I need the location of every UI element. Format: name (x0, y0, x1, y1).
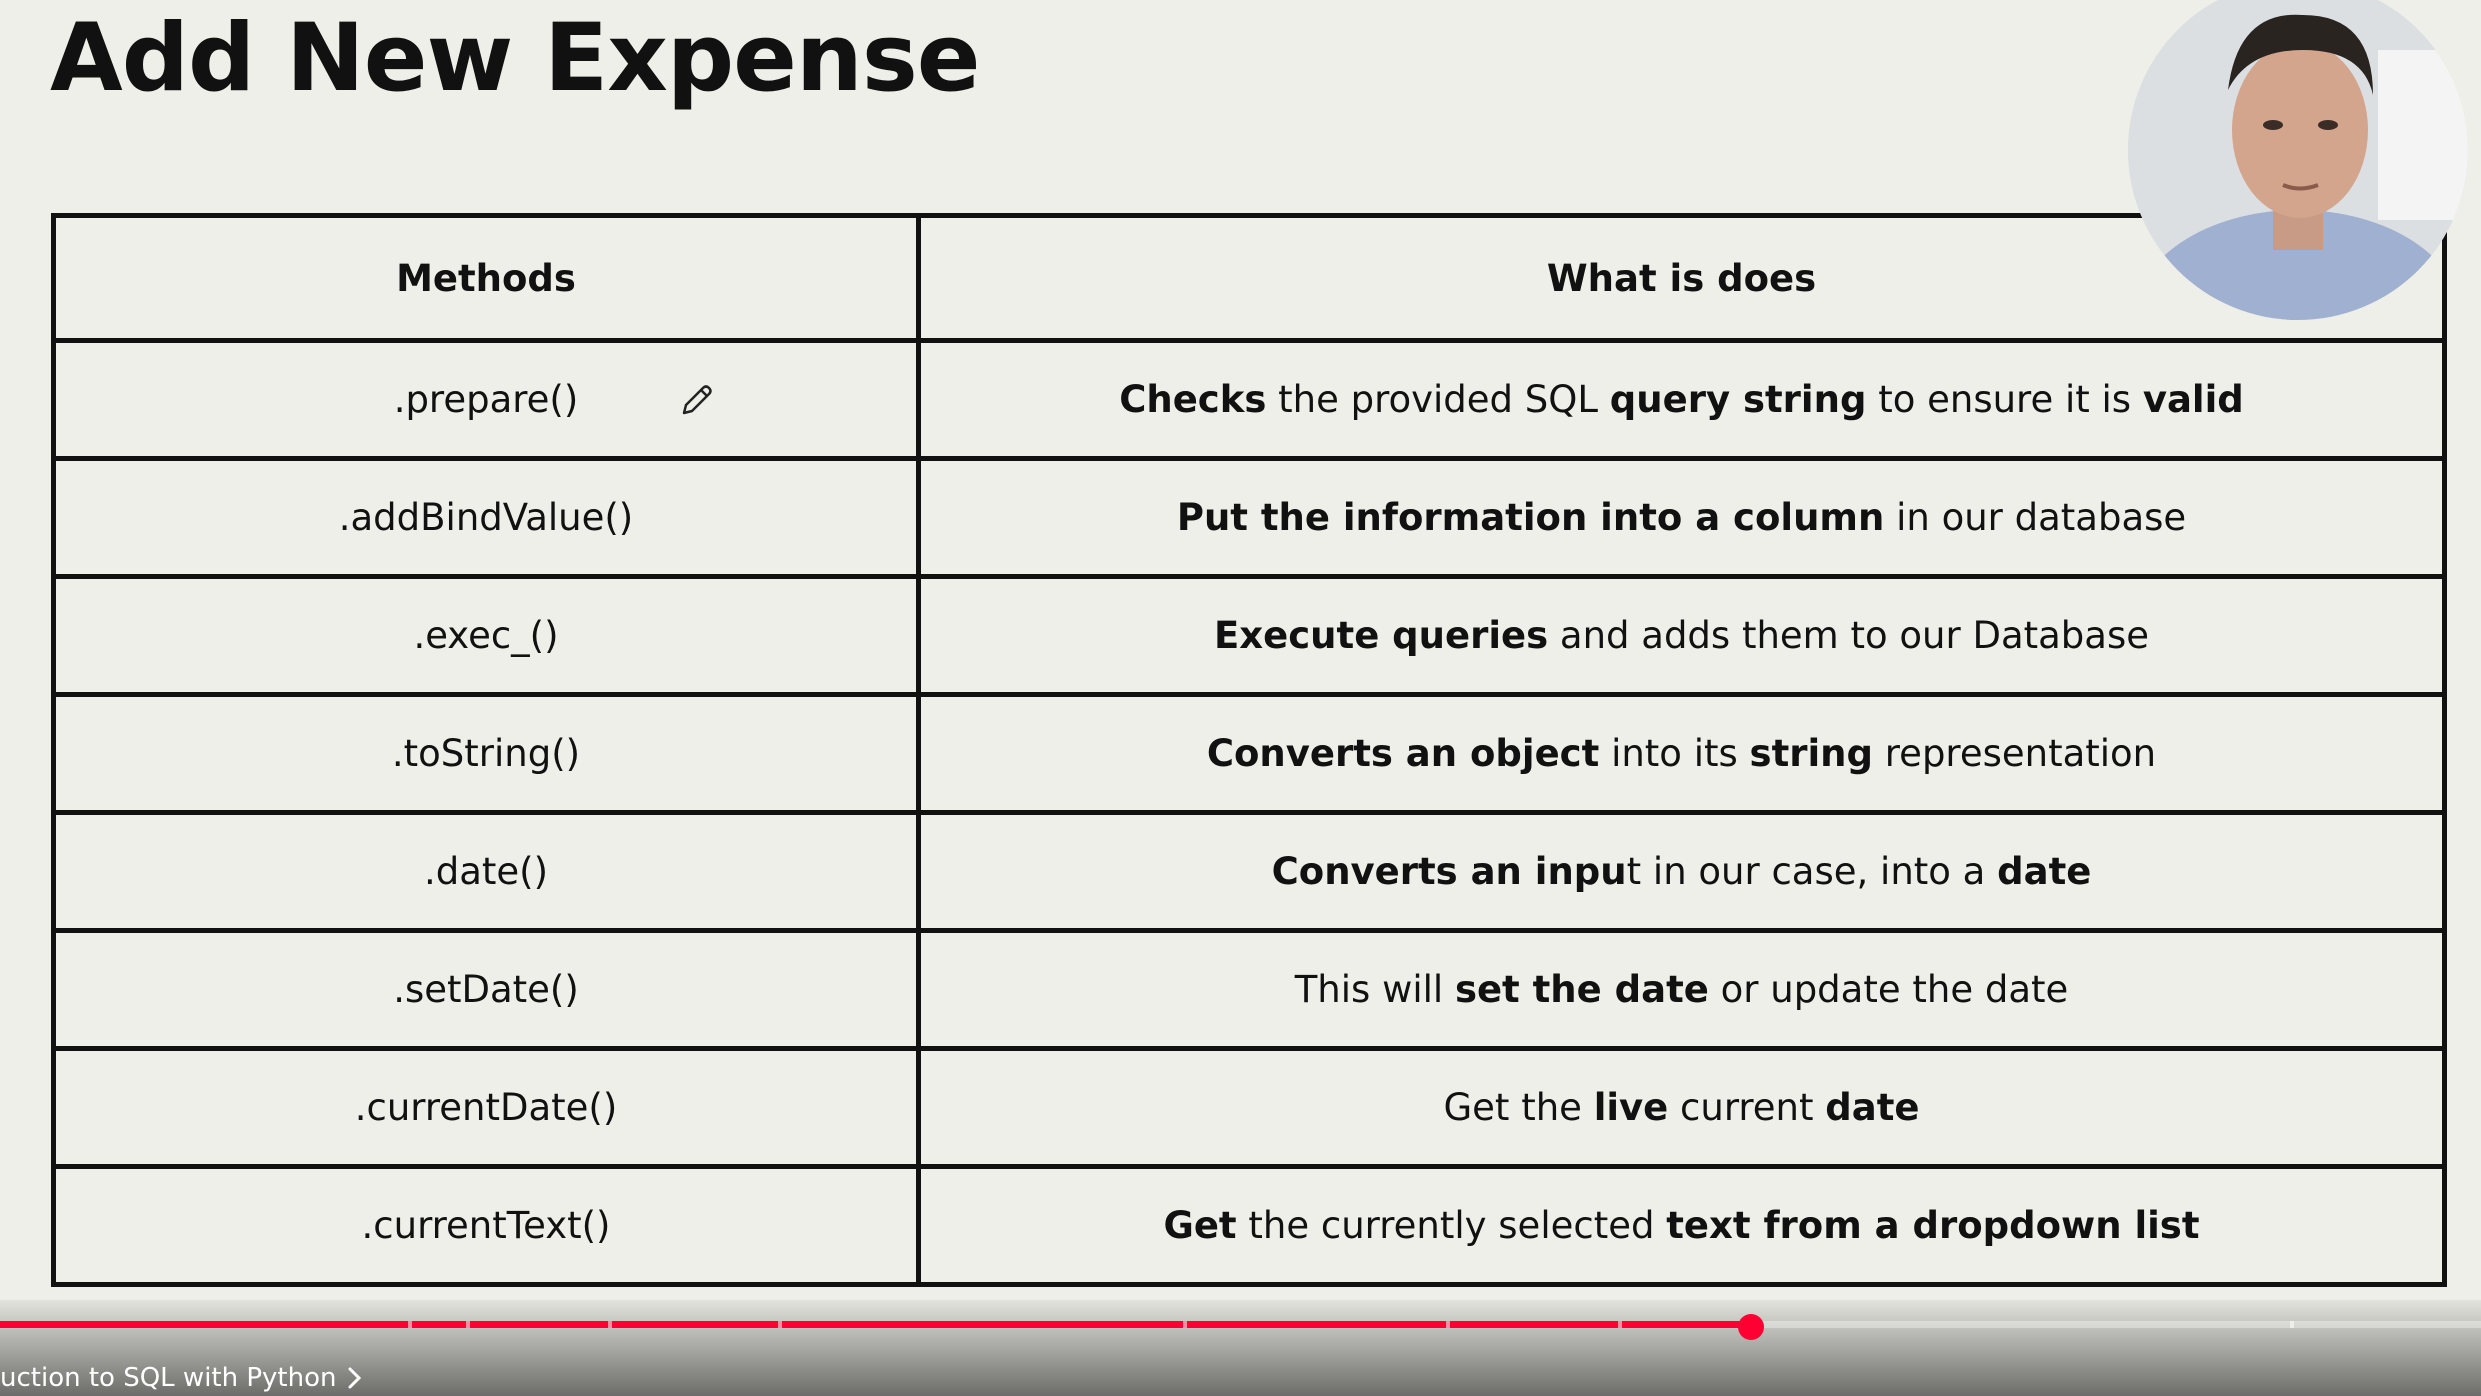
description-bold-text: Converts an inpu (1271, 850, 1627, 893)
description-cell: Checks the provided SQL query string to … (916, 338, 2447, 461)
chevron-right-icon (348, 1367, 362, 1389)
description-text: or update the date (1708, 968, 2069, 1011)
player-controls-shade (0, 1300, 2481, 1396)
chapter-title-button[interactable]: uction to SQL with Python (0, 1360, 364, 1396)
chapter-marker (1618, 1321, 1622, 1328)
description-bold-text: live (1593, 1086, 1669, 1129)
table-row: .exec_() Execute queries and adds them to… (51, 574, 2447, 697)
description-text: This will (1294, 968, 1455, 1011)
method-cell: .exec_() (51, 574, 921, 697)
table-row: .toString() Converts an object into its s… (51, 692, 2447, 815)
description-bold-text: date (1997, 850, 2092, 893)
table-row: .currentText() Get the currently selected… (51, 1164, 2447, 1287)
table-row: .setDate() This will set the date or upda… (51, 928, 2447, 1051)
description-text: representation (1873, 732, 2157, 775)
table-row: .addBindValue() Put the information into … (51, 456, 2447, 579)
header-methods: Methods (51, 213, 921, 343)
progress-bar[interactable] (0, 1321, 2481, 1328)
description-text: current (1668, 1086, 1826, 1129)
description-cell: Converts an input in our case, into a da… (916, 810, 2447, 933)
method-cell: .currentText() (51, 1164, 921, 1287)
method-name: .date() (423, 850, 549, 893)
description-cell: Get the currently selected text from a d… (916, 1164, 2447, 1287)
progress-fill (0, 1321, 1751, 1328)
chapter-marker (466, 1321, 470, 1328)
slide-title: Add New Expense (50, 4, 981, 113)
description-bold-text: valid (2142, 378, 2244, 421)
description-cell: This will set the date or update the dat… (916, 928, 2447, 1051)
chapter-title: uction to SQL with Python (0, 1363, 337, 1393)
method-cell: .date() (51, 810, 921, 933)
method-cell: .toString() (51, 692, 921, 815)
description-bold-text: text from a dropdown list (1666, 1204, 2200, 1247)
chapter-marker (1446, 1321, 1450, 1328)
description-text: the provided SQL (1266, 378, 1610, 421)
description-bold-text: Execute queries (1214, 614, 1549, 657)
method-name: .exec_() (413, 614, 559, 657)
description-cell: Put the information into a column in our… (916, 456, 2447, 579)
chapter-marker (778, 1321, 782, 1328)
method-name: .toString() (391, 732, 581, 775)
description-text: Get the (1443, 1086, 1594, 1129)
description-text: t in our case, into a (1626, 850, 1998, 893)
method-cell: .prepare() (51, 338, 921, 461)
method-name: .currentText() (361, 1204, 611, 1247)
chapter-marker (608, 1321, 612, 1328)
progress-scrubber[interactable] (1738, 1314, 1764, 1340)
description-bold-text: Converts an object (1206, 732, 1600, 775)
table-row: .prepare() Checks the provided SQL query … (51, 338, 2447, 461)
method-name: .setDate() (393, 968, 579, 1011)
description-cell: Get the live current date (916, 1046, 2447, 1169)
description-text: into its (1599, 732, 1750, 775)
methods-table: Methods What is does .prepare() Checks th… (51, 213, 2447, 1287)
chapter-marker (1183, 1321, 1187, 1328)
method-name: .currentDate() (354, 1086, 618, 1129)
chapter-marker (408, 1321, 412, 1328)
table-row: .date() Converts an input in our case, in… (51, 810, 2447, 933)
description-bold-text: Get (1163, 1204, 1237, 1247)
method-name: .addBindValue() (338, 496, 634, 539)
method-cell: .setDate() (51, 928, 921, 1051)
description-bold-text: set the date (1454, 968, 1709, 1011)
chapter-marker (2290, 1321, 2294, 1328)
description-bold-text: string (1749, 732, 1874, 775)
description-text: to ensure it is (1866, 378, 2143, 421)
description-text: in our database (1884, 496, 2187, 539)
method-cell: .addBindValue() (51, 456, 921, 579)
description-cell: Execute queries and adds them to our Dat… (916, 574, 2447, 697)
description-bold-text: Put the information into a column (1176, 496, 1885, 539)
description-bold-text: query string (1609, 378, 1867, 421)
description-text: and adds them to our Database (1548, 614, 2149, 657)
table-row: .currentDate() Get the live current date (51, 1046, 2447, 1169)
pencil-icon[interactable] (676, 381, 716, 421)
description-text: the currently selected (1236, 1204, 1667, 1247)
description-bold-text: Checks (1119, 378, 1267, 421)
table-header-row: Methods What is does (51, 213, 2447, 343)
method-name: .prepare() (393, 378, 579, 421)
description-cell: Converts an object into its string repre… (916, 692, 2447, 815)
description-bold-text: date (1825, 1086, 1920, 1129)
method-cell: .currentDate() (51, 1046, 921, 1169)
